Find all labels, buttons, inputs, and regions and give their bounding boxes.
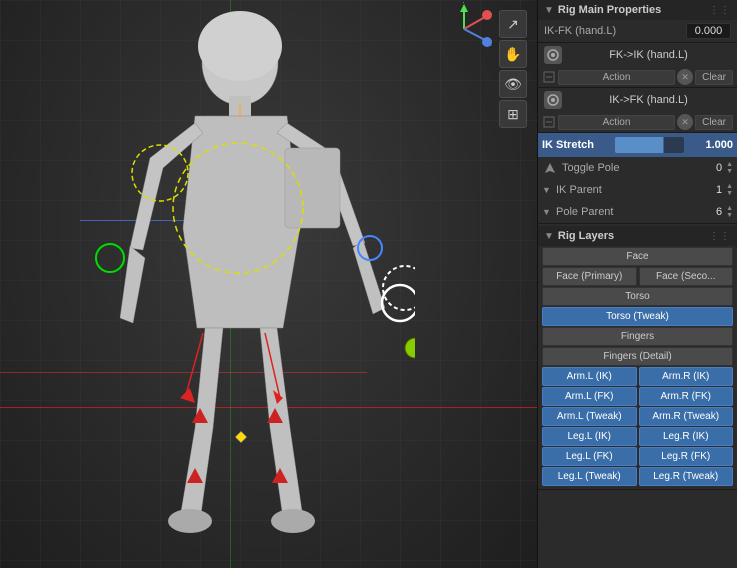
ik-to-fk-label: IK->FK (hand.L): [566, 94, 731, 106]
layer-btn-leg-r-fk[interactable]: Leg.R (FK): [639, 447, 734, 466]
ik-to-fk-action-button[interactable]: Action: [558, 115, 675, 130]
ik-stretch-value: 1.000: [688, 139, 733, 151]
fk-to-ik-action-row: Action ✕ Clear: [538, 67, 737, 87]
ik-to-fk-action-row: Action ✕ Clear: [538, 112, 737, 132]
axis-widget: Y X Z: [437, 2, 492, 57]
ik-parent-chevron: ▼: [542, 185, 552, 195]
layer-btn-row-face: Face (Primary) Face (Seco...: [542, 267, 733, 286]
tool-hand[interactable]: ✋: [499, 40, 527, 68]
layer-btn-arm-l-tweak[interactable]: Arm.L (Tweak): [542, 407, 637, 426]
viewport-toolbar: ↗ ✋ 👁 ⊞: [499, 10, 527, 128]
ik-fk-row: IK-FK (hand.L) 0.000: [538, 20, 737, 42]
layer-btn-face-secondary[interactable]: Face (Seco...: [639, 267, 734, 286]
layer-btn-arm-l-ik[interactable]: Arm.L (IK): [542, 367, 637, 386]
fk-to-ik-clear-button[interactable]: Clear: [695, 70, 733, 85]
ik-to-fk-action-icon: [542, 115, 556, 129]
rig-layers-arrow: ▼: [544, 231, 554, 242]
ik-stretch-label: IK Stretch: [542, 139, 611, 151]
layer-btn-row-leg-ik: Leg.L (IK) Leg.R (IK): [542, 427, 733, 446]
layer-btn-row-leg-fk: Leg.L (FK) Leg.R (FK): [542, 447, 733, 466]
fk-to-ik-row: FK->IK (hand.L): [538, 43, 737, 67]
right-panel: ▼ Rig Main Properties ⋮⋮ IK-FK (hand.L) …: [537, 0, 737, 568]
layer-btn-fingers-detail[interactable]: Fingers (Detail): [542, 347, 733, 366]
panel-options-dots[interactable]: ⋮⋮: [709, 5, 731, 16]
layer-btn-arm-r-fk[interactable]: Arm.R (FK): [639, 387, 734, 406]
ik-parent-value: 1: [697, 184, 722, 196]
layer-btn-face-primary[interactable]: Face (Primary): [542, 267, 637, 286]
layer-btn-leg-l-ik[interactable]: Leg.L (IK): [542, 427, 637, 446]
svg-text:X: X: [489, 12, 492, 19]
layer-btn-row-leg-tweak: Leg.L (Tweak) Leg.R (Tweak): [542, 467, 733, 486]
layer-btn-arm-r-tweak[interactable]: Arm.R (Tweak): [639, 407, 734, 426]
layer-btn-row-arm-ik: Arm.L (IK) Arm.R (IK): [542, 367, 733, 386]
fk-to-ik-action-icon: [542, 70, 556, 84]
svg-text:Z: Z: [489, 41, 492, 48]
ik-to-fk-clear-button[interactable]: Clear: [695, 115, 733, 130]
section-collapse-arrow: ▼: [544, 5, 554, 16]
ik-parent-row: ▼ IK Parent 1 ▲ ▼: [538, 179, 737, 201]
layer-btn-row-arm-fk: Arm.L (FK) Arm.R (FK): [542, 387, 733, 406]
toggle-pole-row: Toggle Pole 0 ▲ ▼: [538, 157, 737, 179]
fk-to-ik-label: FK->IK (hand.L): [566, 49, 731, 61]
layer-btn-leg-r-tweak[interactable]: Leg.R (Tweak): [639, 467, 734, 486]
toggle-pole-label: Toggle Pole: [562, 162, 693, 174]
ik-parent-arrows[interactable]: ▲ ▼: [726, 183, 733, 197]
tool-arrow[interactable]: ↗: [499, 10, 527, 38]
tool-eye[interactable]: 👁: [499, 70, 527, 98]
ik-fk-value[interactable]: 0.000: [686, 23, 731, 39]
layer-btn-arm-r-ik[interactable]: Arm.R (IK): [639, 367, 734, 386]
layer-btn-leg-r-ik[interactable]: Leg.R (IK): [639, 427, 734, 446]
layer-btn-torso-tweak[interactable]: Torso (Tweak): [542, 307, 733, 326]
pole-parent-row: ▼ Pole Parent 6 ▲ ▼: [538, 201, 737, 223]
pole-parent-arrows[interactable]: ▲ ▼: [726, 205, 733, 219]
layer-btn-face[interactable]: Face: [542, 247, 733, 266]
rig-main-properties-section: ▼ Rig Main Properties ⋮⋮ IK-FK (hand.L) …: [538, 0, 737, 224]
fk-to-ik-icon: [544, 46, 562, 64]
svg-text:Y: Y: [461, 2, 466, 5]
rig-layers-dots[interactable]: ⋮⋮: [709, 231, 731, 242]
toggle-pole-icon: [542, 160, 558, 176]
layer-btn-leg-l-fk[interactable]: Leg.L (FK): [542, 447, 637, 466]
layer-btn-arm-l-fk[interactable]: Arm.L (FK): [542, 387, 637, 406]
rig-main-properties-title: Rig Main Properties: [558, 4, 661, 16]
ik-to-fk-icon: [544, 91, 562, 109]
pole-parent-value: 6: [697, 206, 722, 218]
layer-btn-row-arm-tweak: Arm.L (Tweak) Arm.R (Tweak): [542, 407, 733, 426]
toggle-pole-value: 0: [697, 162, 722, 174]
rig-layers-header[interactable]: ▼ Rig Layers ⋮⋮: [538, 226, 737, 246]
toggle-pole-arrows[interactable]: ▲ ▼: [726, 161, 733, 175]
layer-btn-torso[interactable]: Torso: [542, 287, 733, 306]
ik-stretch-slider[interactable]: [615, 137, 684, 153]
ik-to-fk-row: IK->FK (hand.L): [538, 88, 737, 112]
character-svg: [55, 8, 415, 553]
rig-layers-title: Rig Layers: [558, 230, 614, 242]
rig-main-properties-header[interactable]: ▼ Rig Main Properties ⋮⋮: [538, 0, 737, 20]
ik-to-fk-clear-icon[interactable]: ✕: [677, 114, 693, 130]
pole-parent-label: Pole Parent: [556, 206, 693, 218]
fk-to-ik-action-button[interactable]: Action: [558, 70, 675, 85]
tool-grid[interactable]: ⊞: [499, 100, 527, 128]
ik-stretch-row[interactable]: IK Stretch 1.000: [538, 133, 737, 157]
viewport[interactable]: Y X Z ↗ ✋ 👁 ⊞: [0, 0, 537, 568]
layer-btn-fingers[interactable]: Fingers: [542, 327, 733, 346]
fk-to-ik-clear-icon[interactable]: ✕: [677, 69, 693, 85]
rig-layers-section: ▼ Rig Layers ⋮⋮ Face Face (Primary) Face…: [538, 224, 737, 490]
ik-parent-label: IK Parent: [556, 184, 693, 196]
layer-btn-leg-l-tweak[interactable]: Leg.L (Tweak): [542, 467, 637, 486]
pole-parent-chevron: ▼: [542, 207, 552, 217]
ik-fk-label: IK-FK (hand.L): [544, 25, 682, 37]
